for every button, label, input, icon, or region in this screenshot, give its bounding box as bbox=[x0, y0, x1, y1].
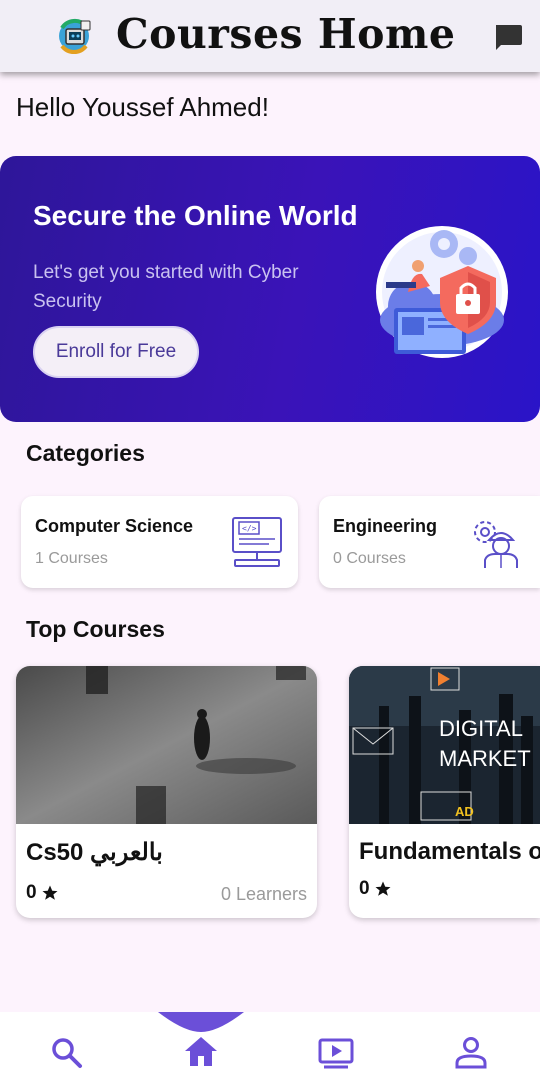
course-title: Cs50 بالعربي bbox=[26, 839, 163, 866]
chat-bubble-icon[interactable] bbox=[492, 22, 524, 52]
home-icon[interactable] bbox=[183, 1034, 219, 1070]
top-courses-heading: Top Courses bbox=[26, 616, 165, 642]
category-name: Computer Science bbox=[35, 516, 194, 536]
svg-text:</>: </> bbox=[242, 524, 257, 533]
image-text-market: MARKET bbox=[439, 746, 531, 771]
star-icon bbox=[42, 885, 58, 900]
image-text-digital: DIGITAL bbox=[439, 716, 523, 741]
robot-logo-icon bbox=[59, 18, 91, 54]
image-badge-ad: AD bbox=[455, 804, 474, 819]
category-count: 0 Courses bbox=[333, 550, 406, 567]
course-card-cs50[interactable]: Cs50 بالعربي 0 0 Learners bbox=[16, 666, 317, 918]
course-card-fundamentals[interactable]: DIGITAL MARKET AD Fundamentals of 0 bbox=[349, 666, 540, 918]
category-name: Engineering bbox=[333, 516, 438, 536]
bottom-navigation bbox=[0, 1012, 540, 1092]
category-count: 1 Courses bbox=[35, 550, 108, 567]
course-rating: 0 bbox=[359, 878, 392, 900]
video-play-icon[interactable] bbox=[318, 1034, 354, 1070]
rating-value: 0 bbox=[359, 878, 370, 899]
hero-banner[interactable]: Secure the Online World Let's get you st… bbox=[0, 156, 540, 422]
enroll-button[interactable]: Enroll for Free bbox=[33, 326, 199, 378]
active-tab-indicator bbox=[158, 1012, 244, 1032]
computer-code-icon: </> bbox=[232, 517, 282, 567]
page-title: Courses Home bbox=[116, 10, 456, 58]
profile-icon[interactable] bbox=[453, 1034, 489, 1070]
hero-title: Secure the Online World bbox=[33, 200, 358, 231]
course-learners: 0 Learners bbox=[220, 884, 307, 904]
app-bar: Courses Home bbox=[0, 0, 540, 72]
star-icon bbox=[375, 881, 391, 896]
greeting-text: Hello Youssef Ahmed! bbox=[16, 92, 269, 122]
categories-heading: Categories bbox=[26, 440, 145, 466]
rating-value: 0 bbox=[26, 882, 37, 903]
category-card-computer-science[interactable]: Computer Science 1 Courses </> bbox=[21, 496, 298, 588]
hero-subtitle: Let's get you started with Cyber Securit… bbox=[33, 262, 299, 312]
person-walking-photo bbox=[16, 666, 317, 824]
engineer-gear-icon bbox=[474, 521, 518, 568]
digital-marketing-photo: DIGITAL MARKET AD bbox=[349, 666, 540, 824]
cyber-security-illustration bbox=[376, 226, 508, 358]
course-title: Fundamentals of bbox=[359, 838, 540, 865]
search-icon[interactable] bbox=[48, 1034, 84, 1070]
course-rating: 0 bbox=[26, 882, 59, 904]
category-card-engineering[interactable]: Engineering 0 Courses bbox=[319, 496, 540, 588]
